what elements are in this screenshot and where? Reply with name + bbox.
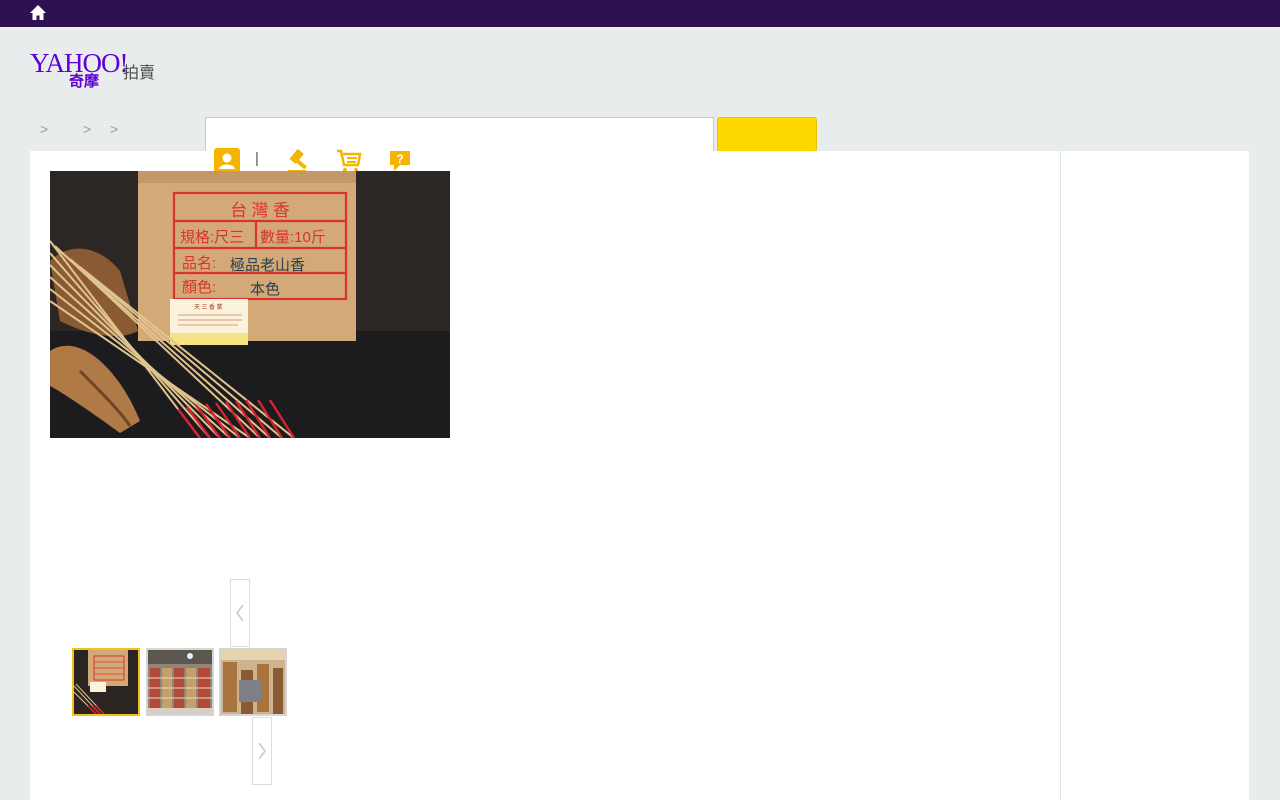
box-spec-text: 規格:尺三 — [180, 229, 244, 246]
breadcrumb-separator: > — [83, 121, 92, 137]
right-sidebar — [1061, 151, 1249, 800]
thumbnail-shop-shelves[interactable] — [146, 648, 214, 716]
gallery-next-button[interactable] — [252, 717, 272, 785]
chevron-right-icon — [258, 742, 266, 760]
box-title-text: 台 灣 香 — [230, 201, 290, 220]
search-input[interactable] — [205, 117, 714, 152]
logo-sub-text: 奇摩 — [69, 73, 100, 90]
search-button[interactable] — [717, 117, 817, 152]
logo-section-text: 拍賣 — [123, 65, 156, 82]
home-icon[interactable] — [29, 4, 47, 22]
box-color-handwritten: 本色 — [250, 281, 280, 298]
thumbnail-incense-box[interactable] — [72, 648, 140, 716]
svg-text:?: ? — [396, 152, 403, 166]
box-quantity-text: 數量:10斤 — [260, 229, 326, 246]
thumbnail-wood-stacks[interactable] — [219, 648, 287, 716]
top-nav-bar — [0, 0, 1280, 27]
business-card-text: 天 三 香 業 — [194, 303, 223, 311]
breadcrumb-separator: > — [110, 121, 119, 137]
box-name-label: 品名: — [182, 255, 216, 272]
chevron-left-icon — [236, 604, 244, 622]
box-name-handwritten: 極品老山香 — [230, 257, 305, 274]
breadcrumb-separator: > — [40, 121, 49, 137]
product-main-image[interactable]: 台 灣 香 規格:尺三 數量:10斤 品名: 極品老山香 顏色: 本色 天 三 … — [50, 171, 450, 438]
utility-separator: | — [255, 150, 259, 167]
box-color-label: 顏色: — [182, 278, 216, 296]
gallery-prev-button[interactable] — [230, 579, 250, 647]
